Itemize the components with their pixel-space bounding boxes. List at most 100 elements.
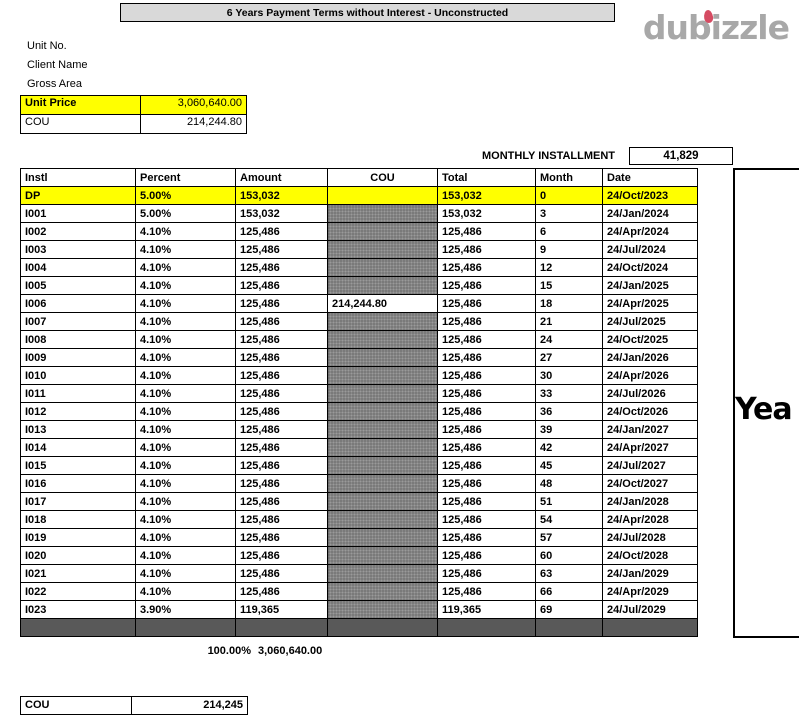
table-row: I015 4.10% 125,486 125,486 45 24/Jul/2027 [20,456,698,475]
cell-month: 54 [535,510,603,529]
table-row: I016 4.10% 125,486 125,486 48 24/Oct/2027 [20,474,698,493]
gross-area-label: Gross Area [27,78,83,90]
cell-total: 125,486 [437,294,536,313]
cell-total: 153,032 [437,204,536,223]
cell-cou [327,348,438,367]
cell-month: 69 [535,600,603,619]
cell-percent: 4.10% [135,276,236,295]
cell-cou [327,384,438,403]
cell-date: 24/Jul/2028 [602,528,698,547]
cell-percent: 4.10% [135,384,236,403]
cell-month: 24 [535,330,603,349]
cell-cou: 214,244.80 [327,294,438,313]
cell-amount: 125,486 [235,222,328,241]
cell-percent: 4.10% [135,528,236,547]
cell-amount: 153,032 [235,204,328,223]
cell-month: 6 [535,222,603,241]
cell-amount: 125,486 [235,312,328,331]
cell-amount: 125,486 [235,420,328,439]
cell-instl: I005 [20,276,136,295]
unit-price-value: 3,060,640.00 [140,95,247,115]
cell-date: 24/Jan/2026 [602,348,698,367]
cell-amount: 125,486 [235,348,328,367]
monthly-installment-value: 41,829 [629,147,733,165]
cell-date: 24/Jan/2028 [602,492,698,511]
cell-percent: 4.10% [135,312,236,331]
cell-amount: 125,486 [235,240,328,259]
cell-amount: 125,486 [235,510,328,529]
cell-percent: 4.10% [135,348,236,367]
cell-date: 24/Oct/2028 [602,546,698,565]
cell-amount: 125,486 [235,276,328,295]
table-row: I013 4.10% 125,486 125,486 39 24/Jan/2027 [20,420,698,439]
header-amount: Amount [235,168,328,187]
table-row: I012 4.10% 125,486 125,486 36 24/Oct/2026 [20,402,698,421]
cell-instl: I020 [20,546,136,565]
cell-instl: I004 [20,258,136,277]
cell-cou [327,474,438,493]
table-row: I004 4.10% 125,486 125,486 12 24/Oct/2024 [20,258,698,277]
cell-percent: 4.10% [135,564,236,583]
cell-instl: I023 [20,600,136,619]
cell-month: 45 [535,456,603,475]
cell-date: 24/Jul/2025 [602,312,698,331]
cell-date: 24/Jan/2029 [602,564,698,583]
cell-instl: I022 [20,582,136,601]
table-row: I011 4.10% 125,486 125,486 33 24/Jul/2026 [20,384,698,403]
table-header-row: Instl Percent Amount COU Total Month Dat… [20,168,698,187]
cell-instl: DP [20,186,136,205]
cell-total: 125,486 [437,402,536,421]
cell-date: 24/Jul/2029 [602,600,698,619]
cell-total: 153,032 [437,186,536,205]
header-cou: COU [327,168,438,187]
cell-date: 24/Jan/2027 [602,420,698,439]
footer-cell-2 [135,618,236,637]
unit-no-label: Unit No. [27,40,67,52]
cell-cou [327,204,438,223]
cell-cou [327,330,438,349]
table-row: I009 4.10% 125,486 125,486 27 24/Jan/2026 [20,348,698,367]
cell-instl: I001 [20,204,136,223]
footer-cell-6 [535,618,603,637]
cell-cou [327,546,438,565]
cell-amount: 125,486 [235,564,328,583]
table-header: Instl Percent Amount COU Total Month Dat… [20,168,698,187]
cell-percent: 4.10% [135,474,236,493]
cell-instl: I002 [20,222,136,241]
cell-percent: 4.10% [135,294,236,313]
header-total: Total [437,168,536,187]
cell-percent: 4.10% [135,258,236,277]
cell-total: 125,486 [437,564,536,583]
cell-amount: 125,486 [235,474,328,493]
cell-amount: 125,486 [235,294,328,313]
table-row: I005 4.10% 125,486 125,486 15 24/Jan/2025 [20,276,698,295]
cell-percent: 4.10% [135,222,236,241]
cell-month: 27 [535,348,603,367]
cell-month: 15 [535,276,603,295]
cell-cou [327,528,438,547]
cell-instl: I010 [20,366,136,385]
table-row: I018 4.10% 125,486 125,486 54 24/Apr/2028 [20,510,698,529]
header-date: Date [602,168,698,187]
cell-total: 125,486 [437,366,536,385]
table-row: I001 5.00% 153,032 153,032 3 24/Jan/2024 [20,204,698,223]
header-percent: Percent [135,168,236,187]
footer-cell-1 [20,618,136,637]
cell-amount: 153,032 [235,186,328,205]
monthly-installment-label: MONTHLY INSTALLMENT [482,150,616,162]
spreadsheet-page: 6 Years Payment Terms without Interest -… [0,0,799,721]
cell-instl: I017 [20,492,136,511]
cell-percent: 4.10% [135,420,236,439]
cell-month: 18 [535,294,603,313]
header-instl: Instl [20,168,136,187]
cell-month: 21 [535,312,603,331]
table-row: I017 4.10% 125,486 125,486 51 24/Jan/2028 [20,492,698,511]
cell-month: 12 [535,258,603,277]
cell-percent: 4.10% [135,402,236,421]
cell-month: 33 [535,384,603,403]
footer-cell-5 [437,618,536,637]
cell-month: 51 [535,492,603,511]
cell-date: 24/Jul/2026 [602,384,698,403]
table-row: I003 4.10% 125,486 125,486 9 24/Jul/2024 [20,240,698,259]
cell-month: 36 [535,402,603,421]
